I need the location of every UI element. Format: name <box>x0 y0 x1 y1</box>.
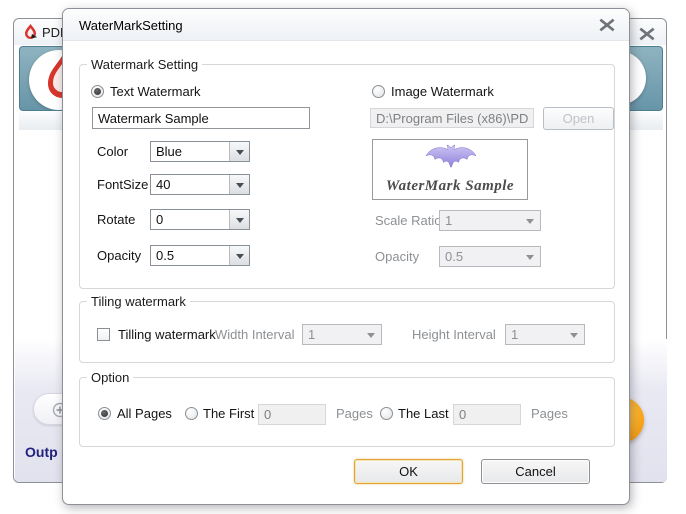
opacity-value: 0.5 <box>156 248 174 263</box>
text-watermark-label: Text Watermark <box>110 84 201 99</box>
width-interval-value: 1 <box>308 327 315 342</box>
height-interval-value: 1 <box>511 327 518 342</box>
image-watermark-label: Image Watermark <box>391 84 494 99</box>
opacity-right-select[interactable]: 0.5 <box>439 246 541 267</box>
screen: PDF W Outp <box>0 0 686 514</box>
first-pages-radio[interactable] <box>185 407 198 420</box>
fontsize-value: 40 <box>156 177 170 192</box>
watermark-setting-group: Watermark Setting Text Watermark Image W… <box>79 64 615 289</box>
chevron-down-icon <box>564 325 584 344</box>
rotate-value: 0 <box>156 212 163 227</box>
chevron-down-icon <box>520 211 540 230</box>
all-pages-label: All Pages <box>117 406 172 421</box>
watermark-preview: WaterMark Sample <box>372 139 528 200</box>
all-pages-radio[interactable] <box>98 407 111 420</box>
last-pages-input[interactable] <box>453 404 521 425</box>
fontsize-select[interactable]: 40 <box>150 174 250 195</box>
color-label: Color <box>97 144 128 159</box>
dialog-close-icon[interactable] <box>599 18 615 32</box>
bat-icon <box>421 143 481 175</box>
open-button[interactable]: Open <box>543 107 614 130</box>
chevron-down-icon <box>361 325 381 344</box>
height-interval-select[interactable]: 1 <box>505 324 585 345</box>
last-pages-radio[interactable] <box>380 407 393 420</box>
width-interval-label: Width Interval <box>215 327 294 342</box>
color-value: Blue <box>156 144 182 159</box>
tiling-checkbox[interactable] <box>97 328 110 341</box>
height-interval-label: Height Interval <box>412 327 496 342</box>
tiling-group: Tiling watermark Tilling watermark Width… <box>79 301 615 363</box>
chevron-down-icon <box>229 142 249 161</box>
cancel-button[interactable]: Cancel <box>481 459 590 484</box>
first-pages-input[interactable] <box>258 404 326 425</box>
flame-app-icon <box>22 23 39 40</box>
watermark-dialog: WaterMarkSetting Watermark Setting Text … <box>62 8 630 505</box>
dialog-titlebar[interactable]: WaterMarkSetting <box>63 9 629 41</box>
dialog-title: WaterMarkSetting <box>79 18 183 33</box>
tiling-legend: Tiling watermark <box>87 294 190 309</box>
output-label: Outp <box>25 444 58 460</box>
option-legend: Option <box>87 370 133 385</box>
image-watermark-radio[interactable] <box>372 85 385 98</box>
opacity-label: Opacity <box>97 248 141 263</box>
color-select[interactable]: Blue <box>150 141 250 162</box>
text-watermark-radio[interactable] <box>91 85 104 98</box>
opacity-select[interactable]: 0.5 <box>150 245 250 266</box>
chevron-down-icon <box>229 210 249 229</box>
scale-ratio-select[interactable]: 1 <box>439 210 541 231</box>
first-pages-suffix: Pages <box>336 406 373 421</box>
chevron-down-icon <box>520 247 540 266</box>
watermark-text-input[interactable] <box>92 107 310 129</box>
watermark-setting-legend: Watermark Setting <box>87 57 202 72</box>
chevron-down-icon <box>229 246 249 265</box>
image-path-input[interactable] <box>370 108 534 128</box>
app-close-icon[interactable] <box>639 27 655 41</box>
width-interval-select[interactable]: 1 <box>302 324 382 345</box>
chevron-down-icon <box>229 175 249 194</box>
scale-ratio-value: 1 <box>445 213 452 228</box>
first-pages-label: The First <box>203 406 254 421</box>
rotate-select[interactable]: 0 <box>150 209 250 230</box>
ok-button[interactable]: OK <box>354 459 463 484</box>
opacity-right-label: Opacity <box>375 249 419 264</box>
opacity-right-value: 0.5 <box>445 249 463 264</box>
last-pages-suffix: Pages <box>531 406 568 421</box>
preview-text: WaterMark Sample <box>373 178 527 195</box>
option-group: Option All Pages The First Pages The Las… <box>79 377 615 447</box>
scale-ratio-label: Scale Ratio <box>375 213 441 228</box>
fontsize-label: FontSize <box>97 177 148 192</box>
tiling-checkbox-label: Tilling watermark <box>118 327 216 342</box>
last-pages-label: The Last <box>398 406 449 421</box>
rotate-label: Rotate <box>97 212 135 227</box>
